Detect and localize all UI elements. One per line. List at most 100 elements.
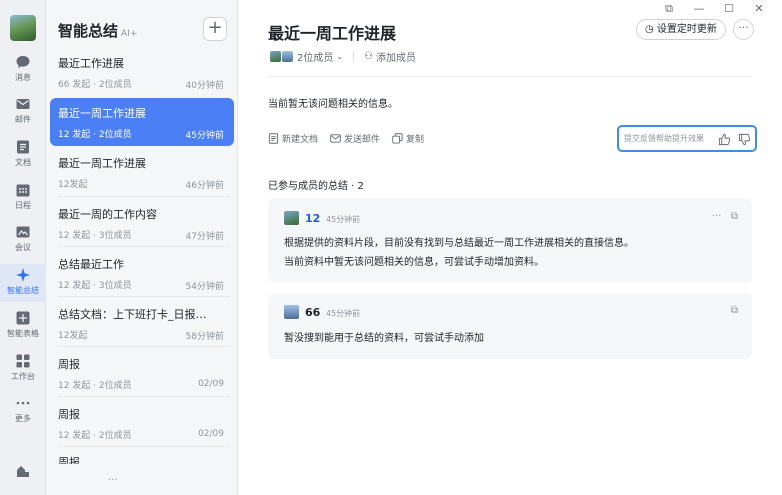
list-item[interactable]: 最近一周的工作内容 12 发起 · 3位成员 47分钟前 [50, 199, 234, 247]
copy-icon [392, 133, 403, 144]
card-time: 45分钟前 [326, 309, 361, 318]
open-external-icon[interactable]: ⧉ [731, 305, 738, 316]
member-name[interactable]: 66 [305, 306, 320, 319]
summary-result-text: 当前暂无该问题相关的信息。 [268, 99, 398, 110]
bottom-app-icon[interactable] [15, 463, 31, 479]
user-avatar[interactable] [10, 15, 36, 41]
feedback-box[interactable]: 提交反馈帮助提升效果 [617, 125, 757, 152]
feedback-placeholder: 提交反馈帮助提升效果 [624, 134, 704, 143]
more-dots-icon [16, 401, 30, 405]
new-doc-button[interactable]: 新建文档 [268, 132, 318, 145]
action-bar: 新建文档 发送邮件 复制 [268, 132, 436, 145]
summary-list-panel: 智能总结 AI+ + 最近工作进展 66 发起 · 2位成员 40分钟前 最近一周… [46, 0, 238, 495]
list-item[interactable]: 总结最近工作 12 发起 · 3位成员 54分钟前 [50, 249, 234, 297]
minimize-icon[interactable]: — [690, 2, 708, 15]
pin-window-icon[interactable]: ⧉ [660, 2, 678, 16]
list-item-time: 40分钟前 [185, 81, 224, 91]
copy-button[interactable]: 复制 [392, 132, 424, 145]
window-controls: ⧉ — ☐ ✕ [648, 2, 768, 16]
list-item-title: 总结文档：上下班打卡_日报_20... [58, 308, 208, 321]
new-summary-button[interactable]: + [203, 17, 227, 41]
rail-item-docs[interactable]: 文档 [0, 139, 46, 179]
list-item-title: 总结最近工作 [58, 258, 124, 271]
plus-icon: + [207, 17, 223, 38]
member-avatar [284, 211, 299, 225]
rail-item-messages[interactable]: 消息 [0, 54, 46, 94]
copy-label: 复制 [406, 135, 425, 145]
thumbs-up-icon[interactable] [718, 133, 731, 146]
document-icon [268, 133, 279, 144]
rail-item-smart-summary[interactable]: 智能总结 [0, 264, 46, 302]
chat-bubble-icon [16, 56, 30, 68]
list-item-title: 最近一周的工作内容 [58, 208, 157, 221]
divider [58, 346, 230, 347]
rail-label: 邮件 [15, 115, 31, 124]
list-item[interactable]: 最近一周工作进展 12发起 46分钟前 [50, 148, 234, 196]
clock-icon: ◷ [645, 24, 654, 35]
rail-label: 日程 [15, 201, 31, 210]
divider [58, 446, 230, 447]
thumbs-down-icon[interactable] [738, 133, 751, 146]
rail-item-calendar[interactable]: 日程 [0, 182, 46, 222]
nav-rail: 消息 邮件 文档 日程 会议 智能总结 智能表格 工作台 更多 [0, 0, 46, 495]
rail-label: 会议 [15, 243, 31, 252]
maximize-icon[interactable]: ☐ [720, 2, 738, 15]
send-mail-button[interactable]: 发送邮件 [330, 132, 380, 145]
member-avatar [284, 305, 299, 319]
card-time: 45分钟前 [326, 215, 361, 224]
list-item-time: 46分钟前 [185, 181, 224, 191]
list-item-title: 最近工作进展 [58, 57, 124, 70]
schedule-update-button[interactable]: ◷ 设置定时更新 [636, 19, 726, 40]
rail-label: 消息 [15, 73, 31, 82]
rail-label: 工作台 [11, 372, 35, 381]
rail-label: 智能总结 [7, 286, 39, 295]
rail-item-meetings[interactable]: 会议 [0, 224, 46, 264]
open-external-icon[interactable]: ⧉ [731, 211, 738, 222]
member-count[interactable]: 2位成员 [297, 49, 333, 64]
sparkle-icon [16, 268, 30, 282]
members-row: 2位成员 ⌄ ⚇ 添加成员 [270, 49, 416, 64]
mail-icon [330, 134, 341, 143]
rail-item-more[interactable]: 更多 [0, 395, 46, 435]
list-title: 智能总结 AI+ [58, 20, 137, 41]
list-title-text: 智能总结 [58, 22, 119, 40]
add-member-icon[interactable]: ⚇ [364, 51, 373, 62]
rail-item-workbench[interactable]: 工作台 [0, 353, 46, 393]
list-item-time: 02/09 [198, 429, 224, 439]
add-member-button[interactable]: 添加成员 [376, 49, 416, 64]
send-mail-label: 发送邮件 [344, 135, 381, 145]
more-dots-icon[interactable]: ··· [712, 211, 722, 222]
calendar-icon [16, 184, 30, 197]
new-doc-label: 新建文档 [282, 135, 319, 145]
divider [58, 196, 230, 197]
list-item-active[interactable]: 最近一周工作进展 12 发起 · 2位成员 45分钟前 [50, 98, 234, 146]
divider [58, 396, 230, 397]
schedule-update-label: 设置定时更新 [656, 24, 717, 35]
meeting-icon [16, 226, 30, 238]
list-item[interactable]: 周报 12 发起 · 2位成员 02/09 [50, 349, 234, 397]
rail-label: 智能表格 [7, 329, 39, 338]
rail-item-mail[interactable]: 邮件 [0, 96, 46, 136]
ai-badge: AI+ [121, 29, 138, 39]
chevron-down-icon[interactable]: ⌄ [336, 52, 343, 61]
member-avatar [270, 51, 281, 62]
members-summary-title: 已参与成员的总结 · 2 [268, 181, 364, 192]
list-item-time: 45分钟前 [185, 131, 224, 141]
list-item-title: 最近一周工作进展 [58, 107, 146, 120]
more-options-button[interactable]: ··· [733, 19, 754, 40]
rail-item-smart-sheet[interactable]: 智能表格 [0, 310, 46, 350]
member-summary-card: 66 45分钟前 ⧉ 暂没搜到能用于总结的资料，可尝试手动添加 [268, 293, 752, 359]
list-item-time: 47分钟前 [185, 232, 224, 242]
member-name[interactable]: 12 [305, 212, 320, 225]
list-item[interactable]: 周报 12 发起 · 2位成员 02/09 [50, 399, 234, 447]
card-line: 当前资料中暂无该问题相关的信息，可尝试手动增加资料。 [284, 257, 544, 268]
list-item-title: 周报 [58, 408, 80, 421]
list-item-time: 02/09 [198, 379, 224, 389]
list-more-indicator: ··· [108, 475, 118, 486]
list-item-partial[interactable]: 周报 [58, 456, 80, 464]
smart-sheet-icon [16, 311, 30, 325]
close-icon[interactable]: ✕ [750, 2, 768, 15]
list-item[interactable]: 最近工作进展 66 发起 · 2位成员 40分钟前 [50, 48, 234, 96]
list-item[interactable]: 总结文档：上下班打卡_日报_20... 12发起 58分钟前 [50, 299, 234, 347]
list-item-title: 周报 [58, 358, 80, 371]
